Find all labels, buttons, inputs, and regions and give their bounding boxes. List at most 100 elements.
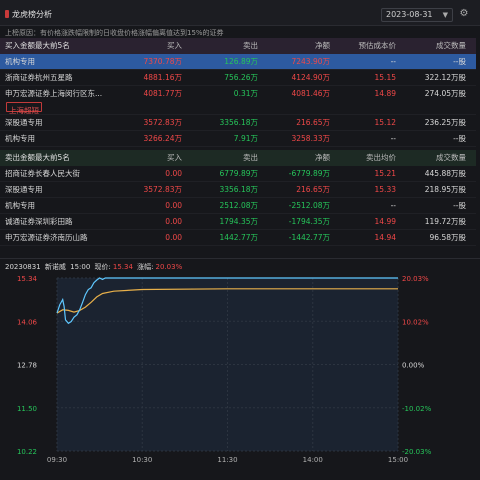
net-amount: 7243.90万 (291, 57, 330, 66)
table-row[interactable]: 机构专用 7370.78万 126.89万 7243.90万 -- --股 (0, 54, 476, 70)
sell-amount: 6779.89万 (219, 169, 258, 178)
avg-price: 14.99 (374, 217, 396, 226)
buy-amount: 0.00 (165, 217, 182, 226)
buy-amount: 4881.16万 (143, 73, 182, 82)
chart-time: 15:00 (70, 263, 91, 271)
seat-name[interactable]: 深股通专用 (5, 182, 43, 198)
sell-amount: 0.31万 (233, 89, 258, 98)
table-row[interactable]: 申万宏源证券上海闵行区东... 4081.77万 0.31万 4081.46万 … (0, 86, 476, 102)
sell-amount: 7.91万 (233, 134, 258, 143)
app-logo-icon (5, 10, 9, 18)
header-cost[interactable]: 预估成本价 (359, 38, 397, 54)
buy-amount: 0.00 (165, 201, 182, 210)
buy-amount: 3572.83万 (143, 118, 182, 127)
header-volume[interactable]: 成交数量 (436, 150, 466, 166)
trade-volume: 445.88万股 (424, 169, 466, 178)
intraday-price-chart[interactable]: 15.34 14.06 12.78 11.50 10.22 20.03% 10.02% 0.0… (0, 259, 480, 480)
x-tick-label: 11:30 (217, 456, 237, 464)
trade-volume: 236.25万股 (424, 118, 466, 127)
net-amount: 216.65万 (296, 185, 330, 194)
trade-volume: 119.72万股 (424, 217, 466, 226)
y-tick-label-right: 0.00% (402, 362, 425, 370)
seat-name[interactable]: 机构专用 (5, 198, 35, 214)
header-title: 卖出金额最大前5名 (5, 153, 70, 162)
trade-volume: 96.58万股 (429, 233, 466, 242)
y-tick-label-left: 11.50 (17, 405, 37, 413)
seat-tag-row: 上海超短 (0, 102, 476, 115)
cost-price: -- (390, 57, 396, 66)
title-bar: 龙虎榜分析 2023-08-31 ▼ ⚙ (0, 0, 480, 26)
avg-price: 15.21 (374, 169, 396, 178)
table-row[interactable]: 深股通专用 3572.83万 3356.18万 216.65万 15.33 21… (0, 182, 476, 198)
header-buy[interactable]: 买入 (167, 38, 182, 54)
seat-name[interactable]: 机构专用 (5, 54, 35, 70)
seat-tag-badge[interactable]: 上海超短 (6, 102, 42, 115)
sell-amount: 3356.18万 (219, 118, 258, 127)
listing-reason: 上榜原因：有价格涨跌幅限制的日收盘价格涨幅偏离值达到15%的证券 (5, 29, 224, 37)
date-select[interactable]: 2023-08-31 ▼ (381, 8, 453, 22)
net-amount: -1442.77万 (288, 233, 330, 242)
header-net[interactable]: 净额 (315, 150, 330, 166)
header-sell[interactable]: 卖出 (243, 150, 258, 166)
buy-amount: 7370.78万 (143, 57, 182, 66)
seat-name[interactable]: 诚通证券深圳彩田路 (5, 214, 73, 230)
net-amount: 3258.33万 (291, 134, 330, 143)
buy-top5-table: 买入金额最大前5名 买入 卖出 净额 预估成本价 成交数量 机构专用 7370.… (0, 38, 476, 147)
table-row[interactable]: 招商证券长春人民大街 0.00 6779.89万 -6779.89万 15.21… (0, 166, 476, 182)
header-buy[interactable]: 买入 (167, 150, 182, 166)
seat-name[interactable]: 深股通专用 (5, 115, 43, 131)
cost-price: -- (390, 134, 396, 143)
table-row[interactable]: 机构专用 0.00 2512.08万 -2512.08万 -- --股 (0, 198, 476, 214)
chevron-down-icon: ▼ (442, 11, 448, 19)
sell-amount: 2512.08万 (219, 201, 258, 210)
seat-name[interactable]: 招商证券长春人民大街 (5, 166, 80, 182)
table-row[interactable]: 机构专用 3266.24万 7.91万 3258.33万 -- --股 (0, 131, 476, 147)
seat-name[interactable]: 机构专用 (5, 131, 35, 147)
table-row[interactable]: 申万宏源证券济南历山路 0.00 1442.77万 -1442.77万 14.9… (0, 230, 476, 246)
settings-icon[interactable]: ⚙ (458, 8, 470, 20)
cost-price: 15.12 (374, 118, 396, 127)
buy-amount: 4081.77万 (143, 89, 182, 98)
trade-volume: --股 (453, 57, 466, 66)
sell-amount: 1794.35万 (219, 217, 258, 226)
header-avg-price[interactable]: 卖出均价 (366, 150, 396, 166)
header-net[interactable]: 净额 (315, 38, 330, 54)
y-tick-label-right: -20.03% (402, 448, 432, 456)
table-row[interactable]: 浙商证券杭州五星路 4881.16万 756.26万 4124.90万 15.1… (0, 70, 476, 86)
y-tick-label-right: -10.02% (402, 405, 432, 413)
intraday-chart-panel: 20230831 新诺威 15:00 现价: 15.34 涨幅: 20.03% 15… (0, 258, 480, 480)
cost-price: 14.89 (374, 89, 396, 98)
header-title: 买入金额最大前5名 (5, 41, 70, 50)
seat-name[interactable]: 申万宏源证券上海闵行区东... (5, 86, 102, 102)
stock-name: 新诺威 (44, 263, 66, 271)
header-volume[interactable]: 成交数量 (436, 38, 466, 54)
y-tick-label-right: 10.02% (402, 318, 429, 326)
avg-price: -- (390, 201, 396, 210)
trade-volume: 218.95万股 (424, 185, 466, 194)
chart-info-bar: 20230831 新诺威 15:00 现价: 15.34 涨幅: 20.03% (5, 262, 184, 272)
app-title: 龙虎榜分析 (12, 10, 52, 19)
avg-price: 14.94 (374, 233, 396, 242)
cost-price: 15.15 (374, 73, 396, 82)
y-tick-label-left: 15.34 (17, 275, 38, 283)
table-row[interactable]: 诚通证券深圳彩田路 0.00 1794.35万 -1794.35万 14.99 … (0, 214, 476, 230)
change-pct: 20.03% (155, 263, 183, 271)
sell-amount: 1442.77万 (219, 233, 258, 242)
seat-name[interactable]: 浙商证券杭州五星路 (5, 70, 73, 86)
buy-amount: 3572.83万 (143, 185, 182, 194)
change-label: 涨幅: (137, 263, 154, 271)
y-tick-label-left: 14.06 (17, 318, 38, 326)
x-tick-label: 14:00 (303, 456, 323, 464)
seat-name[interactable]: 申万宏源证券济南历山路 (5, 230, 88, 246)
y-tick-label-right: 20.03% (402, 275, 429, 283)
net-amount: 216.65万 (296, 118, 330, 127)
net-amount: 4124.90万 (291, 73, 330, 82)
table-row[interactable]: 深股通专用 3572.83万 3356.18万 216.65万 15.12 23… (0, 115, 476, 131)
header-sell[interactable]: 卖出 (243, 38, 258, 54)
trade-volume: --股 (453, 134, 466, 143)
buy-amount: 0.00 (165, 233, 182, 242)
buy-amount: 0.00 (165, 169, 182, 178)
net-amount: 4081.46万 (291, 89, 330, 98)
x-tick-label: 10:30 (132, 456, 152, 464)
y-tick-label-left: 10.22 (17, 448, 37, 456)
